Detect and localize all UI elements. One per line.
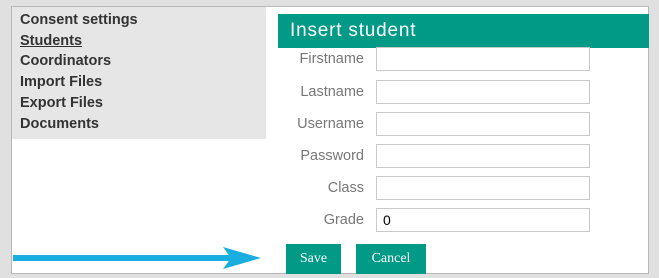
arrow-right-icon <box>13 247 261 269</box>
form-title: Insert student <box>278 14 649 48</box>
password-label: Password <box>300 148 364 164</box>
password-field[interactable] <box>376 144 590 168</box>
firstname-label: Firstname <box>299 51 364 67</box>
save-button[interactable]: Save <box>286 244 341 274</box>
sidebar-item-consent-settings[interactable]: Consent settings <box>20 11 138 29</box>
sidebar-item-export-files[interactable]: Export Files <box>20 94 103 112</box>
class-label: Class <box>327 180 364 196</box>
class-field[interactable] <box>376 176 590 200</box>
sidebar-item-coordinators[interactable]: Coordinators <box>20 52 111 70</box>
sidebar: Consent settings Students Coordinators I… <box>12 7 266 139</box>
sidebar-item-students[interactable]: Students <box>20 32 82 50</box>
sidebar-item-import-files[interactable]: Import Files <box>20 73 102 91</box>
cancel-button[interactable]: Cancel <box>356 244 426 274</box>
app-frame: Consent settings Students Coordinators I… <box>11 6 649 274</box>
sidebar-item-documents[interactable]: Documents <box>20 115 99 133</box>
username-field[interactable] <box>376 112 590 136</box>
lastname-field[interactable] <box>376 80 590 104</box>
username-label: Username <box>297 116 364 132</box>
grade-field[interactable] <box>376 208 590 232</box>
grade-label: Grade <box>323 212 364 228</box>
firstname-field[interactable] <box>376 47 590 71</box>
lastname-label: Lastname <box>300 84 364 100</box>
